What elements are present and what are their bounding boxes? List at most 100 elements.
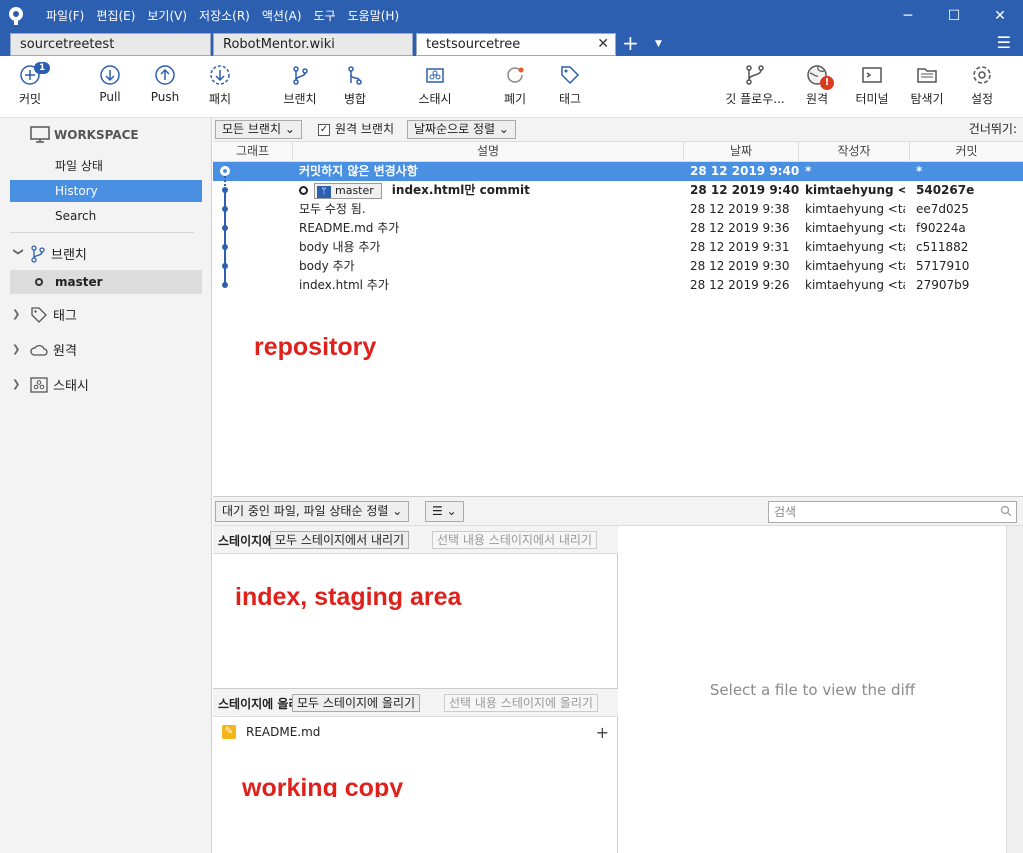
monitor-icon (30, 126, 50, 143)
menu-view[interactable]: 보기(V) (141, 0, 193, 32)
commit-date: 28 12 2019 9:30 (690, 259, 790, 273)
settings-button[interactable]: 설정 (952, 64, 1012, 107)
table-row[interactable]: 커밋하지 않은 변경사항 28 12 2019 9:40 * * (213, 162, 1023, 181)
table-row[interactable]: index.html 추가 28 12 2019 9:26 kimtaehyun… (213, 276, 1023, 295)
commit-hash: f90224a (916, 221, 966, 235)
column-graph[interactable]: 그래프 (213, 142, 293, 161)
file-search-input[interactable]: 검색 (768, 501, 1017, 523)
sidebar-group-branches[interactable]: ❯ 브랜치 (12, 244, 87, 263)
pending-files-sort-dropdown[interactable]: 대기 중인 파일, 파일 상태순 정렬 ⌄ (215, 501, 410, 522)
remote-branches-checkbox[interactable]: ✓ 원격 브랜치 (318, 120, 394, 139)
sidebar-item-master[interactable]: master (10, 270, 202, 294)
explorer-label: 탐색기 (910, 92, 944, 106)
remote-label: 원격 (805, 92, 829, 106)
settings-label: 설정 (970, 92, 994, 106)
menu-actions[interactable]: 액션(A) (256, 0, 308, 32)
discard-label: 폐기 (503, 92, 527, 106)
tab-list-menu-icon[interactable]: ☰ (997, 32, 1011, 54)
table-row[interactable]: 모두 수정 됨. 28 12 2019 9:38 kimtaehyung <ta… (213, 200, 1023, 219)
discard-button[interactable]: 폐기 (485, 64, 545, 107)
maximize-button[interactable]: ☐ (931, 0, 977, 32)
sidebar-item-search[interactable]: Search (10, 205, 202, 227)
tab-close-icon[interactable]: ✕ (597, 34, 609, 55)
stash-button[interactable]: 스태시 (405, 64, 465, 107)
menu-help[interactable]: 도움말(H) (342, 0, 406, 32)
tab-testsourcetree[interactable]: testsourcetree ✕ (416, 33, 616, 56)
stage-all-button[interactable]: 모두 스테이지에 올리기 (292, 694, 421, 712)
push-button[interactable]: Push (135, 64, 195, 104)
unstaged-label: 스테이지에 올리지 않은 파일 (218, 697, 294, 711)
commit-hash: 540267e (916, 183, 975, 197)
column-commit[interactable]: 커밋 (910, 142, 1023, 161)
file-name: README.md (246, 725, 321, 739)
unstage-selected-button[interactable]: 선택 내용 스테이지에서 내리기 (432, 531, 597, 549)
folder-icon (917, 68, 937, 83)
merge-button[interactable]: 병합 (325, 64, 385, 107)
stashes-label: 스태시 (53, 379, 89, 394)
table-row[interactable]: ᛘ master index.html만 commit 28 12 2019 9:4… (213, 181, 1023, 200)
pull-button[interactable]: Pull (80, 64, 140, 104)
column-description[interactable]: 설명 (293, 142, 684, 161)
commit-description: 모두 수정 됨. (299, 202, 366, 216)
sidebar-group-stashes[interactable]: ❯ 스태시 (12, 375, 89, 394)
merge-icon (348, 66, 362, 85)
graph-node-uncommitted-center (223, 169, 227, 173)
branch-filter-dropdown[interactable]: 모든 브랜치 ⌄ (215, 120, 302, 139)
commit-button[interactable]: 1 커밋 (0, 62, 60, 107)
diff-scrollbar[interactable] (1006, 526, 1023, 853)
title-bar: 파일(F) 편집(E) 보기(V) 저장소(R) 액션(A) 도구 도움말(H)… (0, 0, 1023, 32)
branch-label-tag: ᛘ master (314, 183, 382, 199)
tab-robotmentor-wiki[interactable]: RobotMentor.wiki (213, 33, 413, 56)
chevron-right-icon: ❯ (12, 309, 21, 320)
menu-edit[interactable]: 편집(E) (90, 0, 141, 32)
table-row[interactable]: body 추가 28 12 2019 9:30 kimtaehyung <tae… (213, 257, 1023, 276)
terminal-button[interactable]: 터미널 (842, 64, 902, 107)
close-button[interactable]: ✕ (977, 0, 1023, 32)
patch-button[interactable]: 패치 (190, 64, 250, 107)
sidebar-group-tags[interactable]: ❯ 태그 (12, 305, 77, 324)
chevron-right-icon: ❯ (12, 379, 21, 390)
annotation-clip: working copy (213, 771, 617, 797)
sidebar-item-file-status[interactable]: 파일 상태 (10, 155, 202, 177)
tab-dropdown-icon[interactable]: ▼ (655, 34, 662, 54)
tag-icon (561, 66, 580, 85)
graph-node (222, 244, 228, 250)
toolbar: 1 커밋 Pull Push 패치 브랜치 병합 스태시 폐기 태그 깃 플로우… (0, 56, 1023, 118)
tag-button[interactable]: 태그 (540, 64, 600, 107)
explorer-button[interactable]: 탐색기 (897, 64, 957, 107)
remote-button[interactable]: ! 원격 (787, 64, 847, 107)
column-author[interactable]: 작성자 (799, 142, 910, 161)
branch-button[interactable]: 브랜치 (270, 64, 330, 107)
view-mode-dropdown[interactable]: ☰ ⌄ (425, 501, 464, 522)
list-item[interactable]: ✎ README.md (222, 725, 320, 739)
commit-description: body 내용 추가 (299, 240, 381, 254)
commit-description: index.html만 commit (391, 183, 530, 197)
table-row[interactable]: README.md 추가 28 12 2019 9:36 kimtaehyung… (213, 219, 1023, 238)
sidebar-item-history[interactable]: History (10, 180, 202, 202)
commit-list: 커밋하지 않은 변경사항 28 12 2019 9:40 * * ᛘ master… (213, 162, 1023, 496)
stage-file-plus-icon[interactable]: + (596, 723, 609, 742)
workspace-header: WORKSPACE (30, 126, 139, 144)
column-date[interactable]: 날짜 (684, 142, 799, 161)
commit-hash: 5717910 (916, 259, 970, 273)
menu-tools[interactable]: 도구 (308, 0, 342, 32)
modified-file-icon: ✎ (222, 725, 236, 739)
add-tab-button[interactable]: + (622, 32, 639, 54)
unstage-all-button[interactable]: 모두 스테이지에서 내리기 (270, 531, 410, 549)
git-flow-button[interactable]: 깃 플로우... (720, 64, 790, 107)
minimize-button[interactable]: ─ (885, 0, 931, 32)
sidebar-group-remotes[interactable]: ❯ 원격 (12, 340, 77, 359)
tab-sourcetreetest[interactable]: sourcetreetest (10, 33, 211, 56)
menu-file[interactable]: 파일(F) (40, 0, 90, 32)
branch-icon (293, 66, 308, 85)
sort-order-dropdown[interactable]: 날짜순으로 정렬 ⌄ (407, 120, 516, 139)
commit-author: kimtaehyung <ta (805, 183, 905, 197)
stage-selected-button[interactable]: 선택 내용 스테이지에 올리기 (444, 694, 598, 712)
menu-repository[interactable]: 저장소(R) (193, 0, 256, 32)
table-row[interactable]: body 내용 추가 28 12 2019 9:31 kimtaehyung <… (213, 238, 1023, 257)
tab-bar: sourcetreetest RobotMentor.wiki testsour… (0, 32, 1023, 56)
commit-badge: 1 (34, 62, 51, 74)
staged-header: 스테이지에 올린 파일 모두 스테이지에서 내리기 선택 내용 스테이지에서 내… (213, 526, 618, 554)
commit-date: 28 12 2019 9:40 (690, 164, 800, 178)
branch-label: 브랜치 (283, 92, 317, 106)
